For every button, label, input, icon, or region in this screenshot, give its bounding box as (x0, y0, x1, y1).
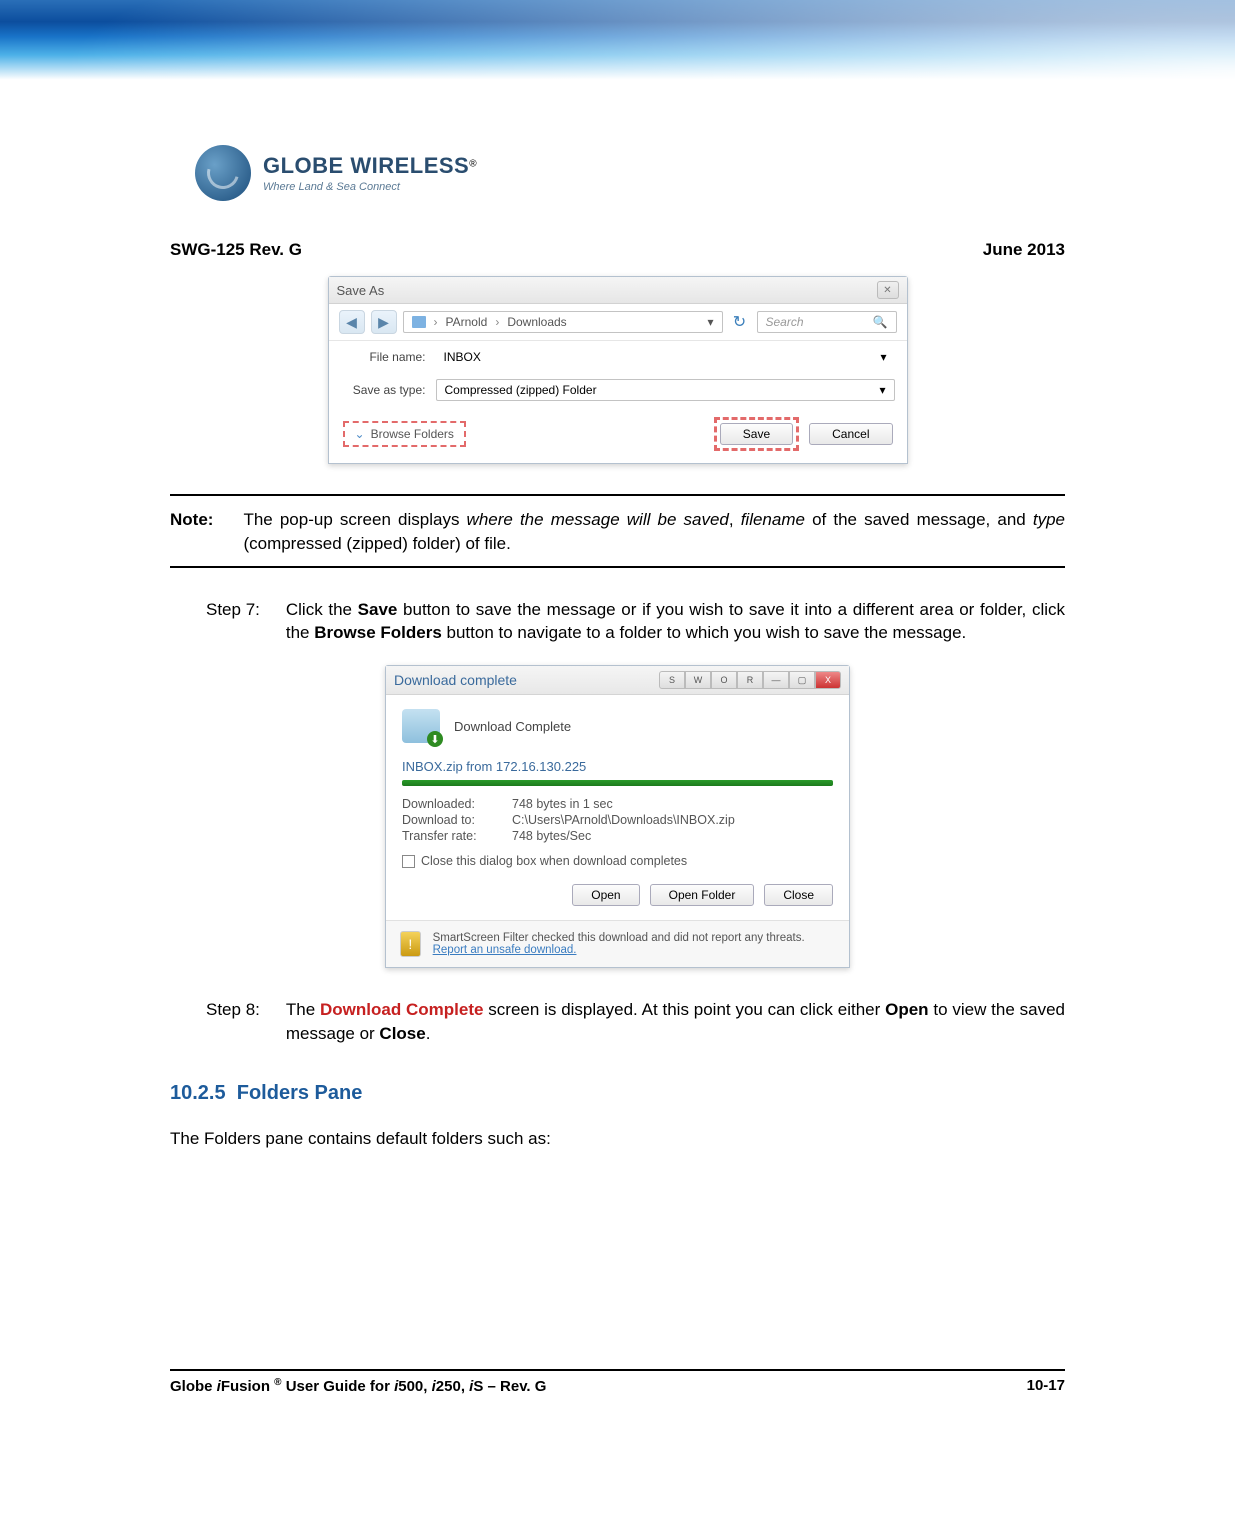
doc-id: SWG-125 Rev. G (170, 240, 302, 260)
nav-back-button[interactable]: ◀ (339, 310, 365, 334)
window-buttons: S W O R — ▢ X (659, 671, 841, 689)
search-placeholder: Search (766, 315, 804, 329)
close-icon[interactable]: ✕ (877, 281, 899, 299)
filename-field[interactable]: INBOX ▾ (436, 347, 895, 367)
download-icon (402, 709, 440, 743)
smartscreen-text: SmartScreen Filter checked this download… (433, 932, 835, 956)
footer-page: 10-17 (1027, 1377, 1065, 1395)
close-dialog-checkbox[interactable] (402, 855, 415, 868)
doc-date: June 2013 (983, 240, 1065, 260)
transferrate-label: Transfer rate: (402, 829, 512, 843)
dialog-title: Save As (337, 283, 385, 298)
brand-tagline: Where Land & Sea Connect (263, 181, 477, 193)
chevron-down-icon[interactable]: ▾ (880, 350, 886, 364)
maximize-button[interactable]: ▢ (789, 671, 815, 689)
close-button[interactable]: X (815, 671, 841, 689)
step-8-text: The Download Complete screen is displaye… (286, 998, 1065, 1046)
downloaded-label: Downloaded: (402, 797, 512, 811)
reg-mark: ® (469, 159, 476, 170)
save-button-highlight: Save (714, 417, 799, 451)
filetype-value: Compressed (zipped) Folder (445, 383, 597, 397)
open-folder-button[interactable]: Open Folder (650, 884, 755, 906)
note-label: Note: (170, 508, 213, 556)
refresh-icon[interactable]: ↻ (729, 311, 751, 333)
note-text: The pop-up screen displays where the mes… (243, 508, 1065, 556)
minimize-button[interactable]: — (763, 671, 789, 689)
chevron-down-icon: ⌄ (355, 427, 365, 441)
header-banner (0, 0, 1235, 145)
filename-label: File name: (341, 350, 426, 364)
logo: GLOBE WIRELESS® Where Land & Sea Connect (195, 145, 477, 201)
filetype-label: Save as type: (341, 383, 426, 397)
browse-folders-label: Browse Folders (371, 427, 454, 441)
dl-title: Download complete (394, 672, 517, 688)
search-icon: 🔍 (873, 315, 888, 329)
step-8-label: Step 8: (206, 998, 260, 1046)
downloadto-value: C:\Users\PArnold\Downloads\INBOX.zip (512, 813, 735, 827)
progress-bar (402, 780, 833, 786)
close-button[interactable]: Close (764, 884, 833, 906)
folder-icon (412, 316, 426, 328)
report-link[interactable]: Report an unsafe download. (433, 944, 577, 956)
download-complete-dialog: Download complete S W O R — ▢ X Download… (385, 665, 850, 968)
titlebar-r-button[interactable]: R (737, 671, 763, 689)
downloaded-value: 748 bytes in 1 sec (512, 797, 613, 811)
section-intro: The Folders pane contains default folder… (170, 1129, 1065, 1149)
filename-value: INBOX (444, 350, 481, 364)
cancel-button[interactable]: Cancel (809, 423, 892, 445)
footer-left: Globe iFusion ® User Guide for i500, i25… (170, 1377, 546, 1395)
section-heading: 10.2.5 Folders Pane (170, 1082, 1065, 1105)
titlebar-s-button[interactable]: S (659, 671, 685, 689)
breadcrumb[interactable]: › PArnold › Downloads ▾ (403, 311, 723, 333)
nav-forward-button[interactable]: ▶ (371, 310, 397, 334)
save-as-dialog: Save As ✕ ◀ ▶ › PArnold › Downloads ▾ ↻ … (328, 276, 908, 464)
dl-source: INBOX.zip from 172.16.130.225 (386, 753, 849, 778)
save-button[interactable]: Save (720, 423, 793, 445)
dl-heading: Download Complete (454, 719, 571, 734)
open-button[interactable]: Open (572, 884, 639, 906)
downloadto-label: Download to: (402, 813, 512, 827)
close-dialog-label: Close this dialog box when download comp… (421, 854, 687, 868)
divider (170, 566, 1065, 568)
chevron-down-icon[interactable]: ▾ (707, 315, 713, 329)
browse-folders-button[interactable]: ⌄ Browse Folders (343, 421, 466, 447)
step-7-text: Click the Save button to save the messag… (286, 598, 1065, 646)
shield-icon: ! (400, 931, 421, 957)
crumb-part1: PArnold (446, 315, 488, 329)
crumb-part2: Downloads (507, 315, 566, 329)
brand-name: GLOBE WIRELESS (263, 153, 469, 178)
titlebar-w-button[interactable]: W (685, 671, 711, 689)
search-input[interactable]: Search 🔍 (757, 311, 897, 333)
filetype-field[interactable]: Compressed (zipped) Folder ▾ (436, 379, 895, 401)
transferrate-value: 748 bytes/Sec (512, 829, 591, 843)
chevron-down-icon[interactable]: ▾ (879, 383, 885, 397)
titlebar-o-button[interactable]: O (711, 671, 737, 689)
step-7-label: Step 7: (206, 598, 260, 646)
globe-logo-icon (195, 145, 251, 201)
